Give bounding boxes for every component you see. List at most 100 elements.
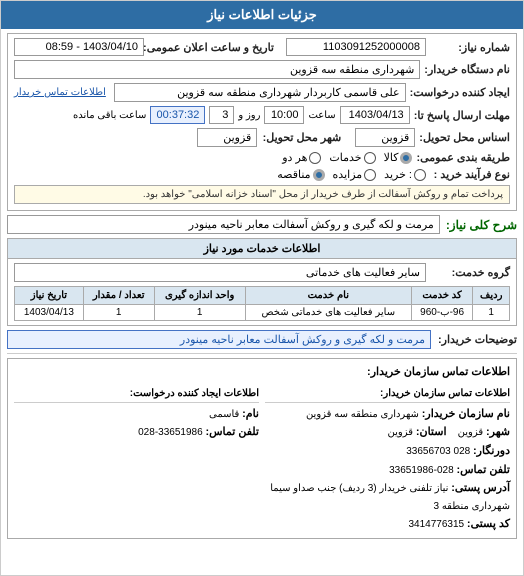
noe-label: نوع فرآیند خرید : [430, 168, 510, 181]
buyer-kodposti-label: کد پستی: [467, 518, 510, 530]
radio-khadamat[interactable]: خدمات [329, 151, 375, 164]
mohlat-baqi-label: ساعت باقی مانده [73, 110, 146, 121]
buyer-shahr-value: قزوین [458, 427, 484, 438]
radio-kala-circle [400, 152, 412, 164]
shahr-label: شهر محل تحویل: [261, 131, 341, 144]
noe-radio-group: : خرید مزایده مناقصه [277, 168, 426, 181]
sharh-kolli-value: مرمت و لکه گیری و روکش آسفالت معابر ناحی… [7, 215, 440, 234]
th-vahed: واحد اندازه گیری [154, 287, 245, 305]
buyer-adres-row: آدرس پستی: نیاز تلفنی خریدار (3 ردیف) جن… [265, 479, 510, 515]
th-kod: کد خدمت [411, 287, 473, 305]
sharh-kolli-label: شرح کلی نیاز: [446, 218, 517, 232]
radio-khadamat-circle [364, 152, 376, 164]
cell-radif: 1 [473, 305, 510, 321]
dastgah-label: نام دستگاه خریدار: [424, 63, 510, 76]
towzih-label: توضیحات خریدار: [437, 333, 517, 346]
radio-har-do-label: هر دو [282, 151, 307, 164]
ejad-info-col: اطلاعات ایجاد کننده درخواست: نام: قاسمی … [14, 385, 259, 534]
khadamat-tbody: 196-ب-960سایر فعالیت های خدماتی شخص11140… [15, 305, 510, 321]
buyer-shahr-label: شهر: [486, 426, 510, 438]
khadamat-section: اطلاعات خدمات مورد نیاز گروه خدمت: سایر … [7, 238, 517, 326]
gorohe-row: گروه خدمت: سایر فعالیت های خدماتی [14, 263, 510, 282]
ejad-value: علی قاسمی کاربردار شهرداری منطقه سه قزوی… [114, 83, 406, 102]
buyer-kodposti-value: 3414776315 [409, 519, 465, 530]
row-shomara-tarikh: شماره نیاز: 1103091252000008 تاریخ و ساع… [14, 38, 510, 56]
table-row: 196-ب-960سایر فعالیت های خدماتی شخص11140… [15, 305, 510, 321]
buyer-doringer-row: دورنگار: 028 33656703 [265, 442, 510, 461]
page-header: جزئیات اطلاعات نیاز [1, 1, 523, 29]
th-tedad: تعداد / مقدار [83, 287, 154, 305]
gorohe-value: سایر فعالیت های خدماتی [14, 263, 426, 282]
note-box: پرداخت تمام و روکش آسفالت از طرف خریدار … [14, 185, 510, 204]
top-info-body: شماره نیاز: 1103091252000008 تاریخ و ساع… [8, 34, 516, 210]
radio-khadamat-label: خدمات [329, 151, 361, 164]
tarikh-label: تاریخ و ساعت اعلان عمومی: [148, 41, 274, 54]
gorohe-label: گروه خدمت: [430, 266, 510, 279]
cell-kod: 96-ب-960 [411, 305, 473, 321]
ejad-nam-row: نام: قاسمی [14, 405, 259, 424]
contacts-main-title: اطلاعات تماس سازمان خریدار: [14, 363, 510, 382]
cell-name: سایر فعالیت های خدماتی شخص [245, 305, 411, 321]
ejad-col-title: اطلاعات ایجاد کننده درخواست: [14, 385, 259, 403]
ejad-telefon-value: 33651986-028 [138, 427, 203, 438]
dastgah-value: شهرداری منطقه سه قزوین [14, 60, 420, 79]
tarikh-value: 1403/04/10 - 08:59 [14, 38, 144, 56]
table-header-row: ردیف کد خدمت نام خدمت واحد اندازه گیری ت… [15, 287, 510, 305]
buyer-name-row: نام سازمان خریدار: شهرداری منطقه سه قزوی… [265, 405, 510, 424]
row-noe-farayand: نوع فرآیند خرید : : خرید مزایده مناقصه [14, 168, 510, 181]
ejad-telefon-row: تلفن تماس: 33651986-028 [14, 423, 259, 442]
etelaat-link[interactable]: اطلاعات تماس خریدار [14, 87, 106, 98]
sharh-kolli-row: شرح کلی نیاز: مرمت و لکه گیری و روکش آسف… [7, 215, 517, 234]
row-asnas-shahr: اسناس محل تحویل: قزوین شهر محل تحویل: قز… [14, 128, 510, 147]
row-mohlat: مهلت ارسال پاسخ تا: 1403/04/13 ساعت 10:0… [14, 106, 510, 124]
buyer-telefon-value: 028-33651986 [389, 465, 454, 476]
radio-mozayede[interactable]: مزایده [333, 168, 377, 181]
buyer-kodposti-row: کد پستی: 3414776315 [265, 515, 510, 534]
asnas-value: قزوین [355, 128, 415, 147]
buyer-name-label: نام سازمان خریدار: [422, 408, 510, 420]
radio-mosabeqe-label: مناقصه [277, 168, 310, 181]
tarze-radio-group: کالا خدمات هر دو [282, 151, 412, 164]
radio-mosabeqe[interactable]: مناقصه [277, 168, 324, 181]
top-info-section: شماره نیاز: 1103091252000008 تاریخ و ساع… [7, 33, 517, 211]
mohlat-roz: 3 [209, 106, 234, 124]
contacts-section: اطلاعات تماس سازمان خریدار: اطلاعات تماس… [7, 358, 517, 539]
radio-kharid-label: : خرید [384, 168, 412, 181]
khadamat-table: ردیف کد خدمت نام خدمت واحد اندازه گیری ت… [14, 286, 510, 321]
buyer-doringer-label: دورنگار: [473, 445, 510, 457]
buyer-col-title: اطلاعات تماس سازمان خریدار: [265, 385, 510, 403]
th-name: نام خدمت [245, 287, 411, 305]
contacts-row: اطلاعات تماس سازمان خریدار: نام سازمان خ… [14, 385, 510, 534]
buyer-doringer-value: 028 33656703 [406, 446, 470, 457]
mohlat-label: مهلت ارسال پاسخ تا: [414, 109, 510, 122]
mohlat-saat-label: ساعت [308, 110, 335, 121]
khadamat-body: گروه خدمت: سایر فعالیت های خدماتی ردیف ک… [8, 259, 516, 325]
ejad-label: ایجاد کننده درخواست: [410, 86, 510, 99]
radio-kala[interactable]: کالا [384, 151, 413, 164]
khadamat-title: اطلاعات خدمات مورد نیاز [8, 239, 516, 259]
th-tarikh: تاریخ نیاز [15, 287, 84, 305]
cell-tedad: 1 [83, 305, 154, 321]
row-ejad: ایجاد کننده درخواست: علی قاسمی کاربردار … [14, 83, 510, 102]
ejad-telefon-label: تلفن تماس: [205, 426, 259, 438]
buyer-info-col: اطلاعات تماس سازمان خریدار: نام سازمان خ… [265, 385, 510, 534]
buyer-telefon-row: تلفن تماس: 028-33651986 [265, 461, 510, 480]
towzih-row: توضیحات خریدار: مرمت و لکه گیری و روکش آ… [7, 330, 517, 349]
cell-tarikh: 1403/04/13 [15, 305, 84, 321]
asnas-label: اسناس محل تحویل: [419, 131, 510, 144]
buyer-ostan-label: استان: [416, 426, 447, 438]
mohlat-tarikh: 1403/04/13 [340, 106, 410, 124]
tarze-label: طریقه بندی عمومی: [416, 151, 510, 164]
radio-mozayede-circle [364, 169, 376, 181]
radio-har-do-circle [309, 152, 321, 164]
th-radif: ردیف [473, 287, 510, 305]
radio-mosabeqe-circle [313, 169, 325, 181]
row-tarze: طریقه بندی عمومی: کالا خدمات هر دو [14, 151, 510, 164]
shahr-value: قزوین [197, 128, 257, 147]
note-text: پرداخت تمام و روکش آسفالت از طرف خریدار … [143, 189, 503, 200]
radio-kharid[interactable]: : خرید [384, 168, 426, 181]
shomara-label: شماره نیاز: [430, 41, 510, 54]
buyer-ostan-value: قزوین [388, 427, 414, 438]
towzih-value: مرمت و لکه گیری و روکش آسفالت معابر ناحی… [7, 330, 431, 349]
radio-har-do[interactable]: هر دو [282, 151, 321, 164]
